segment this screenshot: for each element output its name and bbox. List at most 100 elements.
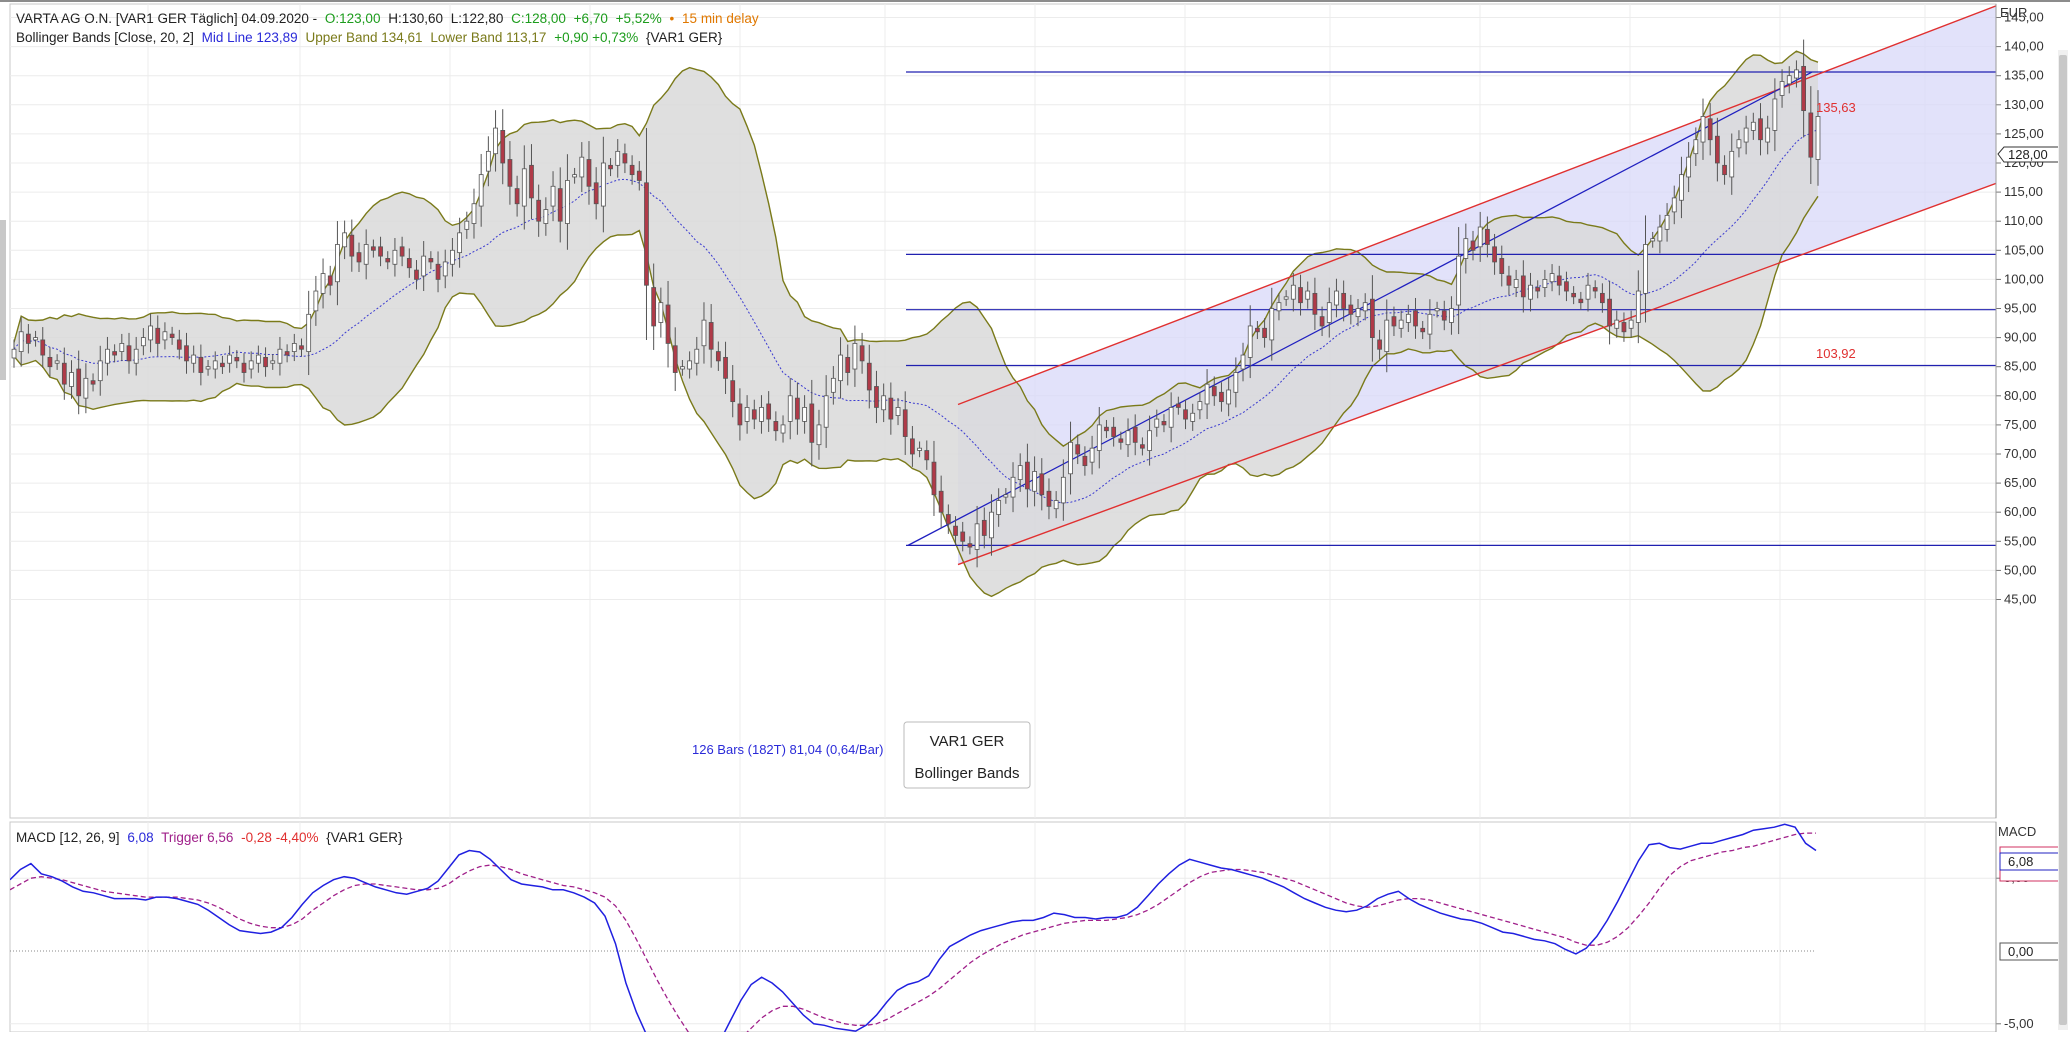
candle-body [838,354,843,382]
candle-body [1089,447,1095,463]
candle-body [1671,197,1677,213]
candle-body [1506,275,1512,286]
candle-body [112,351,117,356]
price-axis: 145,00140,00135,00130,00125,00120,00115,… [1995,4,2044,818]
candle-body [291,343,297,352]
candle-body [1197,401,1203,411]
candle-body [680,366,685,370]
candle-body [795,397,800,420]
candle-body [1262,327,1267,338]
price-tick-label: 125,00 [2004,126,2044,141]
candle-body [981,519,987,536]
candle-body [191,354,197,364]
candle-body [1111,426,1117,437]
candle-body [737,403,743,426]
candle-body [1283,296,1289,300]
candle-body [1621,322,1627,333]
candle-body [1463,238,1469,259]
candle-body [90,380,96,385]
candle-body [1549,273,1555,283]
candle-body [40,339,46,356]
candle-body [924,450,930,461]
price-tick-label: 110,00 [2004,213,2043,228]
candle-body [902,409,908,437]
candle-body [378,246,383,257]
candle-body [1362,302,1368,312]
header-bullet: • [670,11,675,26]
candle-body [651,287,657,327]
candle-body [241,362,247,373]
bars-measure-label: 126 Bars (182T) 81,04 (0,64/Bar) [692,742,884,757]
candle-body [1391,316,1397,327]
candle-body [1168,407,1174,428]
candle-body [385,258,391,263]
bb-lower: Lower Band 113,17 [430,30,546,45]
candle-body [529,164,534,199]
header-change-pct: +5,52% [616,11,662,26]
candle-body [1118,438,1124,443]
candle-body [212,360,218,370]
candle-body [1635,290,1641,323]
candle-body [1765,127,1771,143]
candle-body [1441,310,1447,321]
candle-body [622,153,628,164]
candle-body [1319,316,1325,327]
candle-body [198,356,204,373]
bb-name: Bollinger Bands [Close, 20, 2] [16,30,194,45]
price-tick-label: 90,00 [2004,330,2037,345]
header-delay: 15 min delay [682,11,759,26]
candle-body [1592,287,1598,292]
candle-body [536,199,542,222]
candle-body [572,174,577,178]
candle-body [1643,244,1648,294]
candle-body [54,360,60,364]
price-tick-label: 115,00 [2004,184,2043,199]
candle-body [1420,327,1426,333]
left-scroll-thumb[interactable] [0,220,6,380]
price-tick-label: 140,00 [2004,39,2044,54]
candle-body [989,511,994,539]
candle-body [76,368,82,397]
macd-current-tag: 6,08 [1999,846,2063,882]
candle-body [967,543,973,548]
candle-body [636,170,642,181]
candle-body [1679,174,1684,201]
candle-body [859,345,865,362]
candle-body [658,302,664,323]
candle-body [996,500,1002,515]
tooltip-line-1: VAR1 GER [930,733,1005,750]
candle-body [1384,319,1390,352]
candle-body [414,269,419,280]
candle-body [464,220,470,230]
candle-body [960,531,966,542]
candle-body [1520,275,1526,298]
candle-body [205,366,211,370]
candle-body [169,333,175,339]
current-price-tag: 128,00 [1997,146,2061,163]
candle-body [1614,319,1620,329]
candle-body [1398,319,1404,329]
candle-body [370,246,376,251]
candle-body [730,380,736,403]
candle-body [1729,150,1735,178]
candle-body [1233,372,1239,393]
candle-body [335,244,340,283]
macd-panel-frame [9,821,1997,1033]
candle-body [306,313,312,352]
candle-body [1068,441,1073,475]
bb-mid: Mid Line 123,89 [202,30,298,45]
current-price-value: 128,00 [2008,147,2048,162]
candle-body [140,337,146,347]
candle-body [1255,327,1260,333]
candle-body [816,424,822,446]
macd-name: MACD [12, 26, 9] [16,830,120,845]
candle-body [1449,308,1454,323]
right-scroll-thumb[interactable] [2059,55,2067,1025]
candle-body [507,159,513,187]
price-unit-label: EUR [2000,5,2027,20]
candle-body [687,360,692,370]
candle-body [248,360,254,370]
candle-body [227,354,232,364]
price-tick-label: 85,00 [2004,359,2037,374]
candle-body [608,164,613,170]
